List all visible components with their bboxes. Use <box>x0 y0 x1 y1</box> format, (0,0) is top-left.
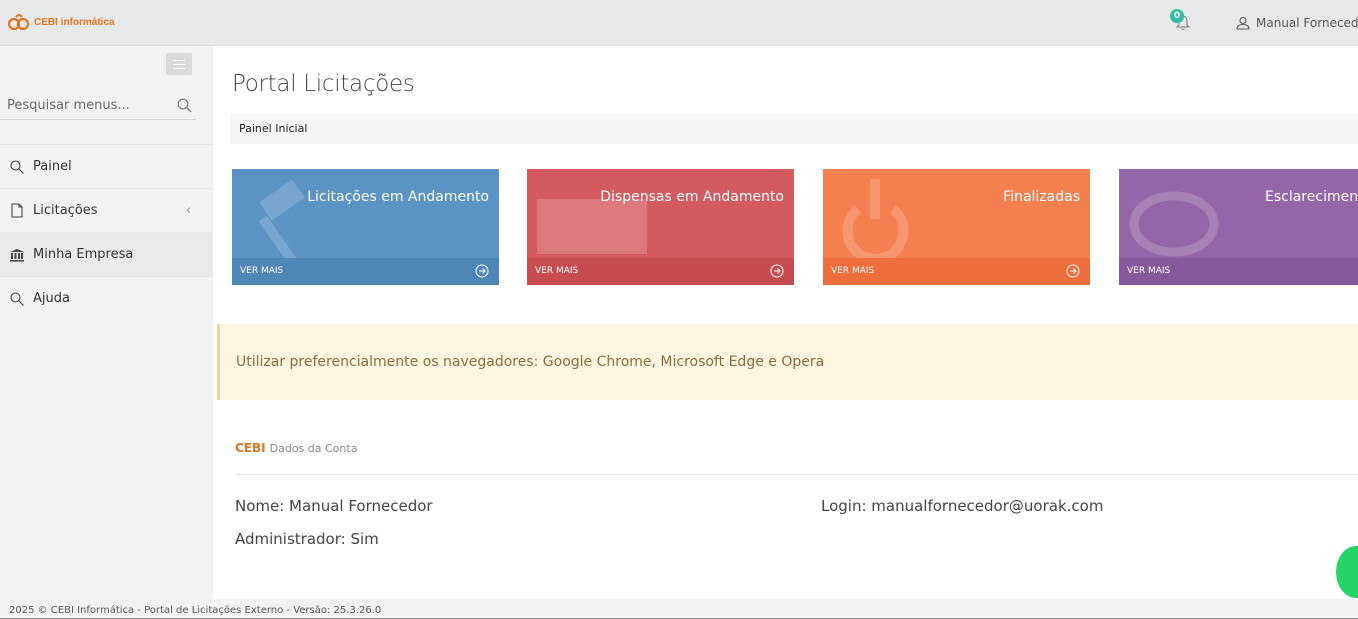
browser-alert: Utilizar preferencialmente os navegadore… <box>217 324 1358 400</box>
search-icon <box>9 159 25 175</box>
account-section-header: CEBI Dados da Conta <box>235 441 1358 475</box>
document-icon <box>9 203 25 219</box>
tile-more-link[interactable]: VER MAIS <box>232 258 499 285</box>
account-login: Login: manualfornecedor@uorak.com <box>821 497 1104 515</box>
notification-button[interactable]: 0 <box>1168 9 1196 37</box>
chat-icon <box>1129 191 1219 257</box>
arrow-circle-right-icon <box>770 264 784 278</box>
tile-more-label: VER MAIS <box>831 266 875 276</box>
tile-more-link[interactable]: VER MAIS <box>527 258 794 285</box>
sidebar-item-label: Painel <box>33 159 72 174</box>
tile-title: Esclarecimentos <box>1265 189 1358 205</box>
sidebar-item-ajuda[interactable]: Ajuda <box>0 276 213 320</box>
sidebar-item-minha-empresa[interactable]: Minha Empresa <box>0 232 213 276</box>
account-admin: Administrador: Sim <box>235 530 379 548</box>
bank-icon <box>9 247 25 263</box>
tile-more-label: VER MAIS <box>1127 266 1171 276</box>
main-content: Portal Licitações Painel Inicial Licitaç… <box>213 46 1358 599</box>
top-bar: CEBI informática 0 Manual Fornecedor <box>0 0 1358 46</box>
arrow-circle-right-icon <box>1066 264 1080 278</box>
sidebar-item-label: Minha Empresa <box>33 247 134 262</box>
tile-title: Dispensas em Andamento <box>600 189 784 205</box>
tile-esclarecimentos[interactable]: Esclarecimentos VER MAIS <box>1119 169 1358 285</box>
power-icon <box>842 179 909 264</box>
tile-licitacoes-em-andamento[interactable]: Licitações em Andamento VER MAIS <box>232 169 499 285</box>
monitor-icon <box>537 199 647 254</box>
user-menu[interactable]: Manual Fornecedor <box>1236 16 1358 30</box>
tile-finalizadas[interactable]: Finalizadas VER MAIS <box>823 169 1090 285</box>
sidebar-toggle-button[interactable] <box>166 53 192 75</box>
tile-title: Finalizadas <box>1003 189 1080 205</box>
tile-more-link[interactable]: VER MAIS <box>823 258 1090 285</box>
tile-dispensas-em-andamento[interactable]: Dispensas em Andamento VER MAIS <box>527 169 794 285</box>
page-title: Portal Licitações <box>232 71 415 97</box>
tile-more-label: VER MAIS <box>240 266 284 276</box>
account-brand: CEBI <box>235 441 266 455</box>
account-heading: Dados da Conta <box>269 442 358 455</box>
page-footer: 2025 © CEBI Informática - Portal de Lici… <box>0 599 1358 619</box>
notification-badge: 0 <box>1170 9 1184 23</box>
search-icon[interactable] <box>177 98 192 113</box>
arrow-circle-right-icon <box>475 264 489 278</box>
menu-search-input[interactable] <box>0 98 170 113</box>
logo[interactable]: CEBI informática <box>8 14 115 30</box>
chevron-left-icon: ‹ <box>185 203 191 218</box>
logo-icon <box>8 14 30 30</box>
user-name: Manual Fornecedor <box>1256 16 1358 30</box>
sidebar: Painel Licitações ‹ Minha Empresa Ajuda <box>0 46 213 599</box>
sidebar-item-licitacoes[interactable]: Licitações ‹ <box>0 188 213 232</box>
logo-text: CEBI informática <box>34 16 115 28</box>
menu-search <box>0 92 196 120</box>
tile-more-label: VER MAIS <box>535 266 579 276</box>
gavel-icon <box>258 179 305 267</box>
tile-more-link[interactable]: VER MAIS <box>1119 258 1358 285</box>
search-icon <box>9 291 25 307</box>
sidebar-item-label: Licitações <box>33 203 98 218</box>
sidebar-menu: Painel Licitações ‹ Minha Empresa Ajuda <box>0 144 213 320</box>
tile-title: Licitações em Andamento <box>307 189 489 205</box>
sidebar-item-painel[interactable]: Painel <box>0 144 213 188</box>
breadcrumb[interactable]: Painel Inicial <box>230 114 1358 144</box>
footer-text: 2025 © CEBI Informática - Portal de Lici… <box>9 605 382 616</box>
sidebar-item-label: Ajuda <box>33 291 70 306</box>
user-icon <box>1236 16 1250 30</box>
account-name: Nome: Manual Fornecedor <box>235 497 433 515</box>
